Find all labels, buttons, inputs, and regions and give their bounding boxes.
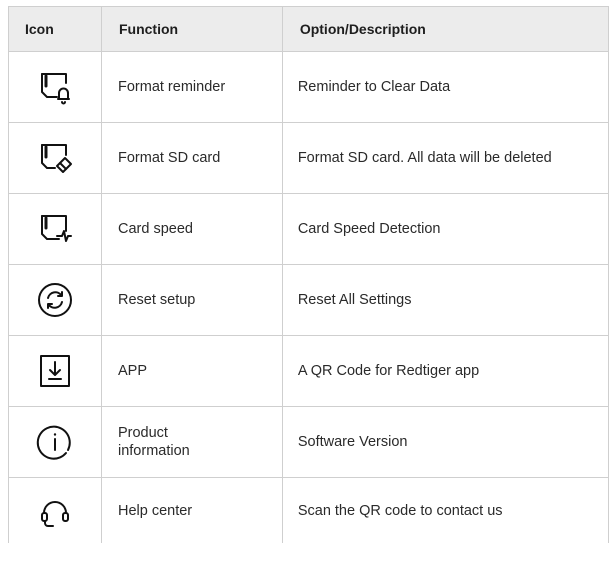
table-row: Product information Software Version bbox=[8, 406, 609, 478]
row-description: Card Speed Detection bbox=[281, 193, 609, 265]
reset-circle-arrows-icon bbox=[35, 280, 75, 320]
table-row: Help center Scan the QR code to contact … bbox=[8, 477, 609, 543]
table-row: Reset setup Reset All Settings bbox=[8, 264, 609, 336]
table-header-row: Icon Function Option/Description bbox=[8, 6, 609, 52]
row-description: Reminder to Clear Data bbox=[281, 51, 609, 123]
info-circle-icon bbox=[35, 422, 75, 462]
header-icon: Icon bbox=[8, 6, 102, 52]
row-function: Reset setup bbox=[100, 264, 283, 336]
header-function: Function bbox=[100, 6, 283, 52]
table-row: Format SD card Format SD card. All data … bbox=[8, 122, 609, 194]
sd-card-bell-icon bbox=[35, 67, 75, 107]
row-function: Format SD card bbox=[100, 122, 283, 194]
header-description: Option/Description bbox=[281, 6, 609, 52]
row-description: Software Version bbox=[281, 406, 609, 478]
row-function: Help center bbox=[100, 477, 283, 543]
row-description: Reset All Settings bbox=[281, 264, 609, 336]
settings-table: Icon Function Option/Description Format … bbox=[8, 6, 609, 543]
sd-card-eraser-icon bbox=[35, 138, 75, 178]
row-function: Format reminder bbox=[100, 51, 283, 123]
headset-icon bbox=[35, 491, 75, 531]
table-row: APP A QR Code for Redtiger app bbox=[8, 335, 609, 407]
download-box-icon bbox=[35, 351, 75, 391]
row-function: Card speed bbox=[100, 193, 283, 265]
row-description: Scan the QR code to contact us bbox=[281, 477, 609, 543]
table-row: Format reminder Reminder to Clear Data bbox=[8, 51, 609, 123]
table-row: Card speed Card Speed Detection bbox=[8, 193, 609, 265]
row-function: APP bbox=[100, 335, 283, 407]
row-function: Product information bbox=[100, 406, 283, 478]
sd-card-pulse-icon bbox=[35, 209, 75, 249]
row-description: Format SD card. All data will be deleted bbox=[281, 122, 609, 194]
row-description: A QR Code for Redtiger app bbox=[281, 335, 609, 407]
